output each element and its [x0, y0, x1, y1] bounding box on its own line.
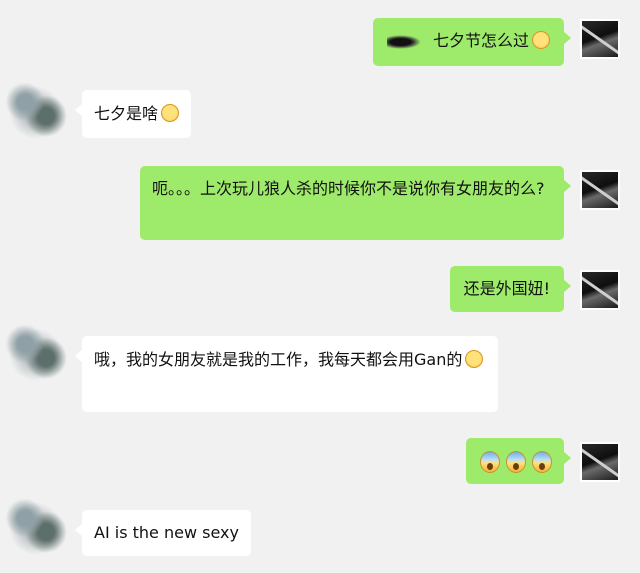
message-text: 七夕节怎么过 [432, 31, 529, 50]
face-screaming-emoji-icon [480, 451, 500, 473]
message-bubble-received[interactable]: 哦，我的女朋友就是我的工作，我每天都会用Gan的 [75, 336, 498, 412]
face-screaming-emoji-icon [532, 451, 552, 473]
contact-avatar[interactable] [4, 316, 74, 386]
message-text: AI is the new sexy [94, 523, 239, 542]
smiling-blush-emoji-icon [465, 350, 484, 368]
face-screaming-emoji-icon [506, 451, 526, 473]
smiling-blush-emoji-icon [161, 104, 180, 122]
contact-avatar[interactable] [4, 74, 74, 144]
message-text: 哦，我的女朋友就是我的工作，我每天都会用Gan的 [94, 350, 463, 369]
message-text: 呃。。。上次玩儿狼人杀的时候你不是说你有女朋友的么? [152, 179, 545, 198]
contact-avatar[interactable] [4, 490, 74, 560]
my-avatar[interactable] [580, 170, 620, 210]
message-bubble-sent[interactable] [466, 438, 571, 484]
my-avatar[interactable] [580, 19, 620, 59]
message-bubble-received[interactable]: AI is the new sexy [75, 510, 251, 556]
message-text: 七夕是啥 [94, 104, 159, 123]
scribble-sticker-icon [386, 34, 421, 49]
message-bubble-sent[interactable]: 七夕节怎么过 [372, 18, 572, 66]
message-bubble-sent[interactable]: 呃。。。上次玩儿狼人杀的时候你不是说你有女朋友的么? [140, 166, 571, 240]
my-avatar[interactable] [580, 442, 620, 482]
message-bubble-received[interactable]: 七夕是啥 [74, 90, 192, 138]
message-text: 还是外国妞! [463, 279, 550, 298]
my-avatar[interactable] [580, 270, 620, 310]
message-bubble-sent[interactable]: 还是外国妞! [449, 266, 572, 312]
smiling-blush-emoji-icon [532, 31, 550, 49]
